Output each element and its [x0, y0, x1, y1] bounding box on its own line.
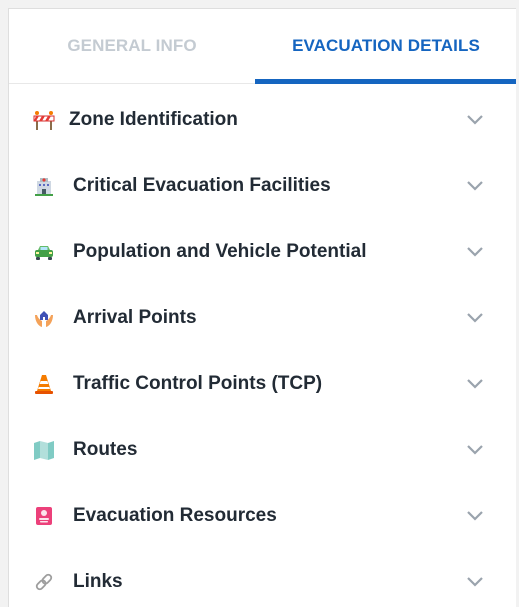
chevron-down-icon[interactable] — [466, 180, 484, 192]
section-critical-evacuation-facilities[interactable]: Critical Evacuation Facilities — [9, 158, 516, 214]
car-icon — [33, 241, 55, 263]
section-label: Routes — [73, 439, 138, 460]
evacuation-panel: GENERAL INFO EVACUATION DETAILS Zone Ide… — [8, 8, 516, 607]
section-zone-identification[interactable]: Zone Identification — [9, 92, 516, 148]
section-arrival-points[interactable]: Arrival Points — [9, 290, 516, 346]
chevron-down-icon[interactable] — [466, 114, 484, 126]
traffic-cone-icon — [33, 373, 55, 395]
section-label: Zone Identification — [69, 109, 238, 130]
section-label: Traffic Control Points (TCP) — [73, 373, 323, 394]
tab-evacuation-details[interactable]: EVACUATION DETAILS — [255, 9, 516, 84]
chevron-down-icon[interactable] — [466, 510, 484, 522]
chevron-down-icon[interactable] — [466, 444, 484, 456]
tab-bar: GENERAL INFO EVACUATION DETAILS — [9, 9, 516, 84]
active-tab-indicator — [255, 79, 516, 84]
id-card-icon — [33, 505, 55, 527]
section-label: Evacuation Resources — [73, 505, 277, 526]
section-traffic-control-points[interactable]: Traffic Control Points (TCP) — [9, 356, 516, 412]
section-links[interactable]: Links — [9, 554, 516, 607]
tab-evacuation-details-label: EVACUATION DETAILS — [292, 36, 480, 55]
hands-house-icon — [33, 307, 55, 329]
section-label: Population and Vehicle Potential — [73, 241, 367, 262]
tab-general-info[interactable]: GENERAL INFO — [9, 9, 255, 83]
hospital-building-icon — [33, 175, 55, 197]
chevron-down-icon[interactable] — [466, 246, 484, 258]
section-label: Arrival Points — [73, 307, 197, 328]
chevron-down-icon[interactable] — [466, 312, 484, 324]
link-icon — [33, 571, 55, 593]
section-label: Critical Evacuation Facilities — [73, 175, 331, 196]
chevron-down-icon[interactable] — [466, 576, 484, 588]
construction-barrier-icon — [33, 109, 55, 131]
map-icon — [33, 439, 55, 461]
section-routes[interactable]: Routes — [9, 422, 516, 478]
tab-general-info-label: GENERAL INFO — [67, 36, 197, 55]
chevron-down-icon[interactable] — [466, 378, 484, 390]
section-label: Links — [73, 571, 123, 592]
section-evacuation-resources[interactable]: Evacuation Resources — [9, 488, 516, 544]
section-population-vehicle-potential[interactable]: Population and Vehicle Potential — [9, 224, 516, 280]
